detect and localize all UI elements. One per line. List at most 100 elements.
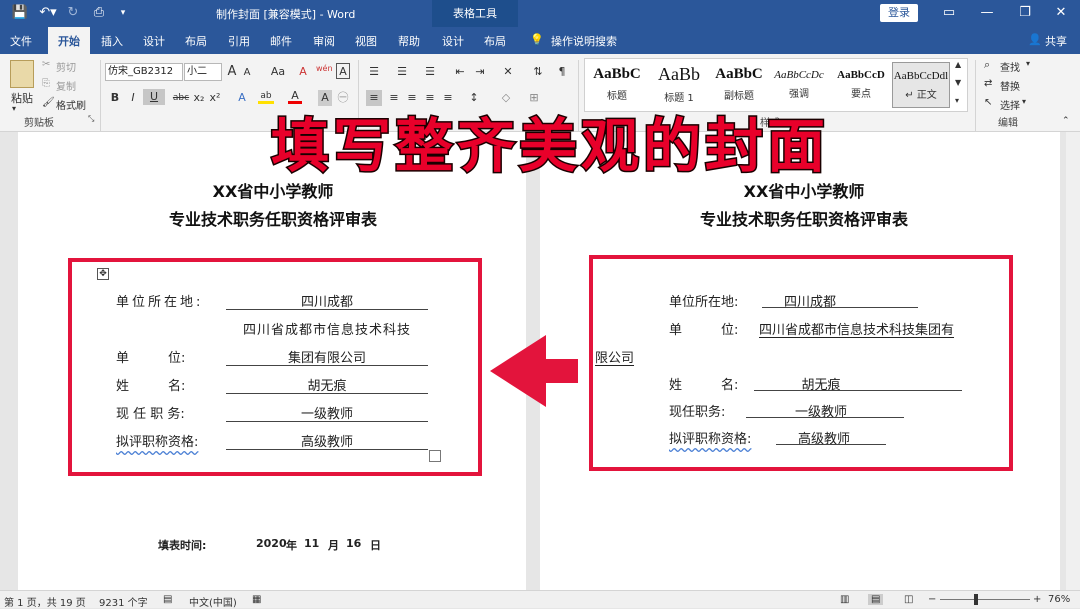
justify-icon[interactable]: ≡ [422, 90, 438, 106]
zoom-slider-thumb[interactable] [974, 594, 978, 605]
undo-icon[interactable]: ↶▾ [36, 4, 60, 22]
ribbon-display-icon[interactable]: ▭ [934, 3, 964, 23]
tab-insert[interactable]: 插入 [101, 33, 123, 49]
redo-icon[interactable]: ↻ [64, 4, 82, 22]
font-name-select[interactable]: 仿宋_GB2312 [105, 63, 183, 81]
style-title[interactable]: AaBbC 标题 [586, 62, 648, 108]
style-strong[interactable]: AaBbCcD 要点 [830, 62, 892, 108]
print-layout-icon[interactable]: ▤ [868, 594, 884, 605]
select-dropdown-icon[interactable]: ▾ [1022, 97, 1026, 106]
proofing-icon[interactable]: ▤ [163, 594, 172, 605]
replace-icon[interactable]: ⇄ [984, 78, 992, 89]
underline-button[interactable]: U [143, 89, 165, 105]
gallery-down-icon[interactable]: ▼ [955, 78, 961, 87]
font-color-button[interactable]: A [288, 88, 302, 104]
save-icon[interactable]: 💾 [10, 4, 30, 22]
distribute-icon[interactable]: ≡ [440, 90, 456, 106]
tab-design[interactable]: 设计 [143, 33, 165, 49]
decrease-indent-icon[interactable]: ⇤ [452, 64, 468, 80]
shrink-font-button[interactable]: A [241, 65, 253, 81]
style-subtitle[interactable]: AaBbC 副标题 [708, 62, 770, 108]
highlight-button[interactable]: ab [258, 88, 274, 104]
char-shading-button[interactable]: A [318, 90, 332, 106]
tab-references[interactable]: 引用 [228, 33, 250, 49]
cut-icon[interactable]: ✂ [42, 59, 50, 70]
style-heading1[interactable]: AaBb 标题 1 [648, 62, 710, 108]
select-icon[interactable]: ↖ [984, 97, 992, 108]
font-size-select[interactable]: 小二 [184, 63, 222, 81]
zoom-out-icon[interactable]: − [928, 594, 936, 605]
line-spacing-icon[interactable]: ↕ [466, 90, 482, 106]
superscript-button[interactable]: x² [208, 90, 222, 106]
tab-help[interactable]: 帮助 [398, 33, 420, 49]
tab-mailings[interactable]: 邮件 [270, 33, 292, 49]
share-button[interactable]: 共享 [1045, 33, 1067, 49]
phonetic-guide-button[interactable]: wén [316, 61, 333, 77]
zoom-slider[interactable] [940, 599, 1030, 600]
clear-format-button[interactable]: A [296, 64, 310, 80]
left-value-unit-line1[interactable]: 四川省成都市信息技术科技 [226, 319, 428, 338]
replace-button[interactable]: 替换 [1000, 78, 1020, 93]
table-move-handle-icon[interactable]: ✥ [97, 268, 109, 280]
find-icon[interactable]: ⌕ [984, 58, 990, 72]
login-button[interactable]: 登录 [880, 4, 918, 22]
paste-icon[interactable] [10, 60, 34, 88]
print-preview-icon[interactable]: ⎙ [88, 4, 110, 22]
tab-layout[interactable]: 布局 [185, 33, 207, 49]
increase-indent-icon[interactable]: ⇥ [472, 64, 488, 80]
change-case-button[interactable]: Aa [266, 64, 290, 80]
tab-table-layout[interactable]: 布局 [484, 33, 506, 49]
clipboard-launcher-icon[interactable]: ⤡ [88, 114, 94, 124]
find-dropdown-icon[interactable]: ▾ [1026, 59, 1030, 68]
borders-icon[interactable]: ⊞ [526, 90, 542, 106]
left-value-position[interactable]: 一级教师 [226, 403, 428, 422]
zoom-level[interactable]: 76% [1048, 594, 1070, 605]
tab-home[interactable]: 开始 [48, 27, 90, 54]
tab-table-design[interactable]: 设计 [442, 33, 464, 49]
left-value-location[interactable]: 四川成都 [226, 291, 428, 310]
grow-font-button[interactable]: A [225, 64, 239, 80]
sort-icon[interactable]: ⇅ [530, 64, 546, 80]
tab-file[interactable]: 文件 [10, 33, 32, 49]
paste-dropdown-icon[interactable]: ▾ [12, 104, 16, 113]
left-value-name[interactable]: 胡无痕 [226, 375, 428, 394]
align-center-icon[interactable]: ≡ [386, 90, 402, 106]
web-layout-icon[interactable]: ◫ [904, 594, 913, 605]
style-emphasis[interactable]: AaBbCcDc 强调 [768, 62, 830, 108]
left-value-title[interactable]: 高级教师 [226, 431, 428, 450]
chinese-layout-icon[interactable]: ✕ [500, 64, 516, 80]
find-button[interactable]: 查找 [1000, 59, 1020, 74]
char-border-button[interactable]: A [336, 63, 350, 79]
table-resize-handle[interactable] [429, 450, 441, 462]
minimize-icon[interactable]: — [972, 3, 1002, 23]
style-normal[interactable]: AaBbCcDdl ↵ 正文 [892, 62, 950, 108]
show-marks-icon[interactable]: ¶ [554, 64, 570, 80]
language[interactable]: 中文(中国) [189, 594, 237, 609]
right-value-unit[interactable]: 四川省成都市信息技术科技集团有 [759, 319, 954, 338]
zoom-in-icon[interactable]: + [1033, 594, 1041, 605]
enclose-char-icon[interactable]: ㊀ [336, 90, 350, 106]
multilevel-list-icon[interactable]: ☰ [422, 64, 438, 80]
right-value-unit-wrap[interactable]: 限公司 [595, 347, 634, 366]
align-right-icon[interactable]: ≡ [404, 90, 420, 106]
customize-qat-icon[interactable]: ▾ [116, 4, 130, 22]
tab-review[interactable]: 审阅 [313, 33, 335, 49]
select-button[interactable]: 选择 [1000, 97, 1020, 112]
bullets-icon[interactable]: ☰ [366, 64, 382, 80]
gallery-up-icon[interactable]: ▲ [955, 60, 961, 69]
tab-view[interactable]: 视图 [355, 33, 377, 49]
strikethrough-button[interactable]: abc [172, 90, 190, 106]
text-effects-button[interactable]: A [235, 90, 249, 106]
tell-me-search[interactable]: 操作说明搜索 [551, 33, 617, 49]
italic-button[interactable]: I [126, 90, 140, 106]
word-count[interactable]: 9231 个字 [99, 594, 148, 609]
collapse-ribbon-icon[interactable]: ⌃ [1062, 116, 1070, 126]
page-count[interactable]: 第 1 页，共 19 页 [4, 594, 86, 609]
numbering-icon[interactable]: ☰ [394, 64, 410, 80]
gallery-more-icon[interactable]: ▾ [955, 96, 959, 105]
restore-icon[interactable]: ❐ [1010, 3, 1040, 23]
format-painter-icon[interactable]: 🖌 [42, 97, 55, 108]
subscript-button[interactable]: x₂ [192, 90, 206, 106]
copy-button[interactable]: 复制 [56, 78, 76, 93]
macro-icon[interactable]: ▦ [252, 594, 261, 605]
